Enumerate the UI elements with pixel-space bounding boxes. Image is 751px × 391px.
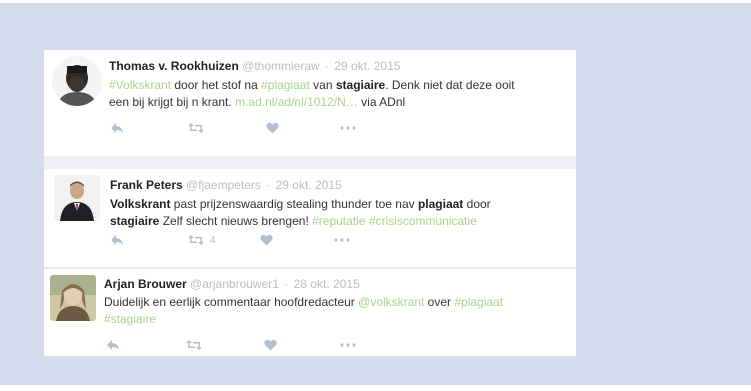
bottom-frame-border	[0, 385, 751, 391]
hashtag-link[interactable]: #Volkskrant	[109, 78, 171, 92]
reply-icon[interactable]	[110, 121, 124, 135]
tweet-timeline: Thomas v. Rookhuizen @thommieraw · 29 ok…	[44, 50, 576, 356]
retweet-icon[interactable]	[186, 338, 208, 352]
more-icon[interactable]	[334, 233, 350, 247]
hashtag-link[interactable]: #crisiscommunicatie	[369, 214, 477, 228]
avatar[interactable]	[54, 175, 100, 221]
tweet-text: Volkskrant past prijzenswaardig stealing…	[110, 196, 570, 230]
highlight-term: Volkskrant	[110, 197, 171, 211]
author-handle[interactable]: @fjaempeters	[186, 178, 261, 192]
author-handle[interactable]: @thommieraw	[242, 59, 320, 73]
text-segment: door het stof na	[171, 78, 262, 92]
text-segment: over	[424, 295, 455, 309]
tweet-card[interactable]: Thomas v. Rookhuizen @thommieraw · 29 ok…	[44, 50, 576, 163]
tweet-date[interactable]: 29 okt. 2015	[276, 178, 342, 192]
tweet-date[interactable]: 29 okt. 2015	[334, 59, 400, 73]
highlight-term: stagiaire	[335, 78, 386, 92]
separator-dot: ·	[266, 178, 271, 192]
tweet-text: #Volkskrant door het stof na #plagiaat v…	[109, 77, 569, 111]
separator-dot: ·	[284, 277, 289, 291]
text-segment: Duidelijk en eerlijk commentaar hoofdred…	[104, 295, 359, 309]
author-name[interactable]: Thomas v. Rookhuizen	[109, 59, 239, 73]
tweet-card[interactable]: Arjan Brouwer @arjanbrouwer1 · 28 okt. 2…	[44, 269, 576, 356]
text-segment: Zelf slecht nieuws brengen!	[159, 214, 313, 228]
avatar[interactable]	[50, 275, 96, 321]
tweet-divider	[44, 156, 576, 169]
text-segment: past prijzenswaardig stealing thunder to…	[170, 197, 418, 211]
heart-icon[interactable]	[266, 121, 279, 135]
highlight-term: stagiaire	[110, 214, 160, 228]
text-segment: via ADnl	[357, 95, 406, 109]
text-segment: . Denk niet dat deze ooit	[385, 78, 515, 92]
hashtag-link[interactable]: #plagiaat	[261, 78, 310, 92]
author-handle[interactable]: @arjanbrouwer1	[190, 277, 279, 291]
mention-link[interactable]: @volkskrant	[358, 295, 424, 309]
more-icon[interactable]	[340, 338, 356, 352]
retweet-icon[interactable]: 4	[188, 233, 216, 247]
retweet-icon[interactable]	[188, 121, 210, 135]
tweet-header: Frank Peters @fjaempeters · 29 okt. 2015	[110, 178, 342, 192]
heart-icon[interactable]	[264, 338, 277, 352]
tweet-date[interactable]: 28 okt. 2015	[294, 277, 360, 291]
author-name[interactable]: Frank Peters	[110, 178, 183, 192]
url-link[interactable]: m.ad.nl/ad/nl/1012/N…	[235, 95, 358, 109]
hashtag-link[interactable]: #stagiaire	[104, 312, 156, 326]
tweet-text: Duidelijk en eerlijk commentaar hoofdred…	[104, 294, 564, 328]
tweet-header: Arjan Brouwer @arjanbrouwer1 · 28 okt. 2…	[104, 277, 360, 291]
highlight-term: plagiaat	[417, 197, 464, 211]
reply-icon[interactable]	[106, 338, 120, 352]
heart-icon[interactable]	[260, 233, 273, 247]
tweet-card[interactable]: Frank Peters @fjaempeters · 29 okt. 2015…	[44, 169, 576, 268]
more-icon[interactable]	[340, 121, 356, 135]
text-segment: van	[309, 78, 336, 92]
avatar[interactable]	[52, 56, 102, 106]
tweet-header: Thomas v. Rookhuizen @thommieraw · 29 ok…	[109, 59, 400, 73]
text-segment: een bij krijgt bij n krant.	[109, 95, 236, 109]
reply-icon[interactable]	[110, 233, 124, 247]
hashtag-link[interactable]: #plagiaat	[454, 295, 503, 309]
author-name[interactable]: Arjan Brouwer	[104, 277, 187, 291]
retweet-count: 4	[210, 234, 216, 246]
hashtag-link[interactable]: #reputatie	[312, 214, 365, 228]
text-segment: door	[463, 197, 491, 211]
top-frame-border	[0, 0, 751, 3]
separator-dot: ·	[325, 59, 330, 73]
